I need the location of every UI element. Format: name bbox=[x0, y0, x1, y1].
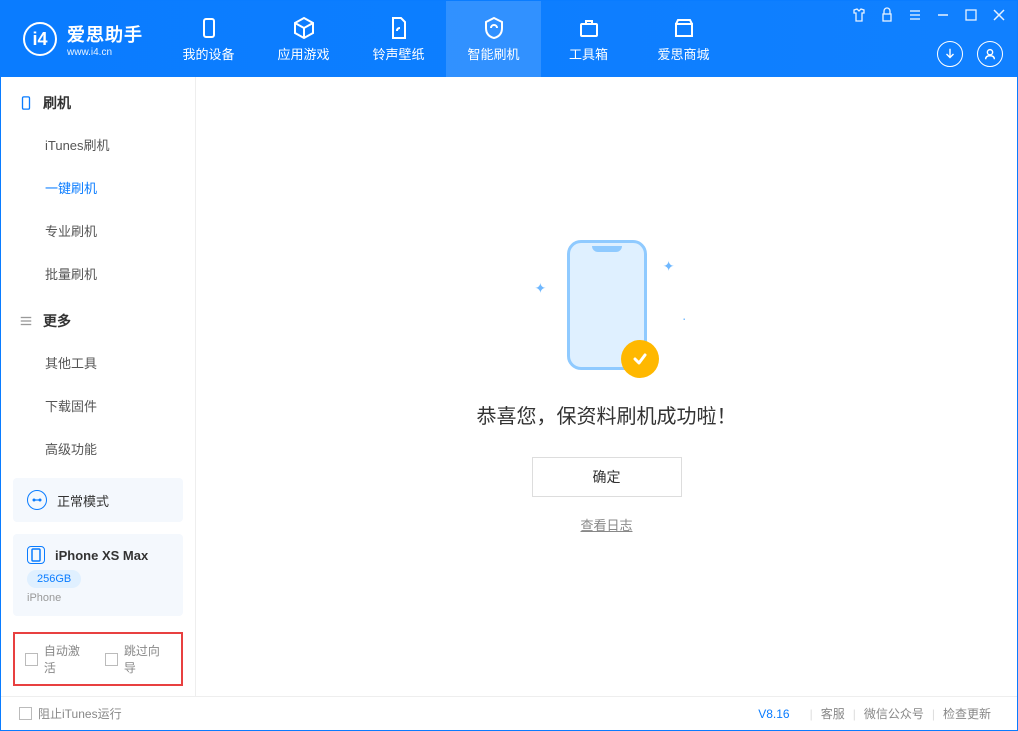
app-subtitle: www.i4.cn bbox=[67, 47, 143, 58]
sparkle-icon: ✦ bbox=[663, 258, 675, 275]
maximize-icon[interactable] bbox=[963, 7, 979, 23]
device-phone-icon bbox=[27, 546, 45, 564]
checkbox-icon bbox=[19, 707, 32, 720]
footer-link-update[interactable]: 检查更新 bbox=[943, 705, 991, 722]
body: 刷机 iTunes刷机 一键刷机 专业刷机 批量刷机 更多 其他工具 下载固件 … bbox=[1, 77, 1017, 696]
header: i4 爱思助手 www.i4.cn 我的设备 应用游戏 铃声壁纸 智能刷机 bbox=[1, 1, 1017, 77]
nav-my-device[interactable]: 我的设备 bbox=[161, 1, 256, 77]
lock-icon[interactable] bbox=[879, 7, 895, 23]
device-icon bbox=[197, 16, 221, 40]
shield-refresh-icon bbox=[482, 16, 506, 40]
user-icon bbox=[983, 47, 997, 61]
list-icon bbox=[19, 314, 33, 328]
toolbox-icon bbox=[577, 16, 601, 40]
view-log-link[interactable]: 查看日志 bbox=[580, 515, 632, 534]
nav-store[interactable]: 爱思商城 bbox=[636, 1, 731, 77]
checkbox-block-itunes[interactable]: 阻止iTunes运行 bbox=[19, 705, 122, 722]
minimize-icon[interactable] bbox=[935, 7, 951, 23]
nav-toolbox[interactable]: 工具箱 bbox=[541, 1, 636, 77]
checkbox-auto-activate[interactable]: 自动激活 bbox=[25, 642, 91, 676]
close-icon[interactable] bbox=[991, 7, 1007, 23]
menu-icon[interactable] bbox=[907, 7, 923, 23]
checkbox-skip-guide[interactable]: 跳过向导 bbox=[105, 642, 171, 676]
success-check-icon bbox=[621, 340, 659, 378]
success-message: 恭喜您，保资料刷机成功啦！ bbox=[477, 400, 737, 429]
sidebar-item-advanced[interactable]: 高级功能 bbox=[1, 427, 195, 470]
mode-card[interactable]: 正常模式 bbox=[13, 478, 183, 522]
logo-area: i4 爱思助手 www.i4.cn bbox=[1, 1, 161, 77]
main-content: ✦ ✦ · 恭喜您，保资料刷机成功啦！ 确定 查看日志 bbox=[196, 77, 1017, 696]
footer: 阻止iTunes运行 V8.16 | 客服 | 微信公众号 | 检查更新 bbox=[1, 696, 1017, 730]
phone-icon bbox=[19, 96, 33, 110]
mode-label: 正常模式 bbox=[57, 491, 109, 510]
sidebar-item-itunes-flash[interactable]: iTunes刷机 bbox=[1, 123, 195, 166]
mode-icon bbox=[27, 490, 47, 510]
sidebar: 刷机 iTunes刷机 一键刷机 专业刷机 批量刷机 更多 其他工具 下载固件 … bbox=[1, 77, 196, 696]
logo-icon: i4 bbox=[23, 22, 57, 56]
device-card[interactable]: iPhone XS Max 256GB iPhone bbox=[13, 534, 183, 616]
device-storage-badge: 256GB bbox=[27, 570, 81, 588]
sparkle-icon: · bbox=[682, 310, 687, 326]
footer-link-support[interactable]: 客服 bbox=[821, 705, 845, 722]
ok-button[interactable]: 确定 bbox=[532, 457, 682, 497]
app-title: 爱思助手 bbox=[67, 21, 143, 47]
success-illustration: ✦ ✦ · bbox=[567, 240, 647, 370]
nav-ringtones-wallpapers[interactable]: 铃声壁纸 bbox=[351, 1, 446, 77]
version-label: V8.16 bbox=[758, 707, 789, 721]
music-file-icon bbox=[387, 16, 411, 40]
sidebar-item-pro-flash[interactable]: 专业刷机 bbox=[1, 209, 195, 252]
device-name: iPhone XS Max bbox=[55, 548, 148, 563]
device-type: iPhone bbox=[27, 592, 169, 604]
sidebar-item-other-tools[interactable]: 其他工具 bbox=[1, 341, 195, 384]
options-highlight-box: 自动激活 跳过向导 bbox=[13, 632, 183, 686]
cube-icon bbox=[292, 16, 316, 40]
sidebar-section-more: 更多 bbox=[1, 295, 195, 341]
window-controls bbox=[851, 7, 1007, 23]
sidebar-section-flash: 刷机 bbox=[1, 77, 195, 123]
header-right-actions bbox=[937, 41, 1003, 67]
sidebar-item-one-click-flash[interactable]: 一键刷机 bbox=[1, 166, 195, 209]
nav-smart-flash[interactable]: 智能刷机 bbox=[446, 1, 541, 77]
footer-link-wechat[interactable]: 微信公众号 bbox=[864, 705, 924, 722]
user-button[interactable] bbox=[977, 41, 1003, 67]
sidebar-item-batch-flash[interactable]: 批量刷机 bbox=[1, 252, 195, 295]
store-icon bbox=[672, 16, 696, 40]
top-nav: 我的设备 应用游戏 铃声壁纸 智能刷机 工具箱 爱思商城 bbox=[161, 1, 731, 77]
app-window: i4 爱思助手 www.i4.cn 我的设备 应用游戏 铃声壁纸 智能刷机 bbox=[0, 0, 1018, 731]
download-icon bbox=[943, 47, 957, 61]
nav-apps-games[interactable]: 应用游戏 bbox=[256, 1, 351, 77]
sparkle-icon: ✦ bbox=[535, 280, 547, 297]
download-button[interactable] bbox=[937, 41, 963, 67]
checkbox-icon bbox=[105, 653, 118, 666]
checkbox-icon bbox=[25, 653, 38, 666]
sidebar-item-download-firmware[interactable]: 下载固件 bbox=[1, 384, 195, 427]
shirt-icon[interactable] bbox=[851, 7, 867, 23]
